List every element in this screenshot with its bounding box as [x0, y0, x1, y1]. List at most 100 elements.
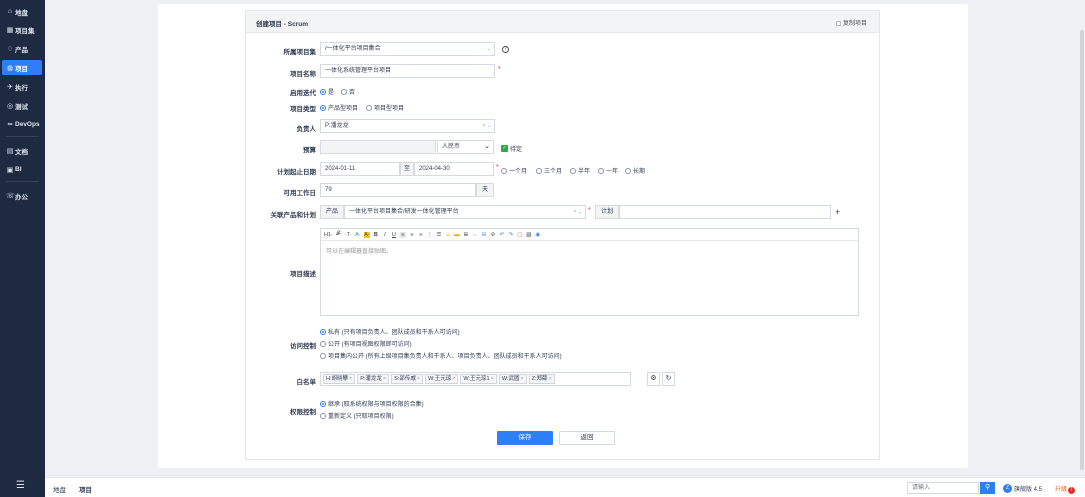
save-template-icon[interactable]: ▧: [526, 232, 532, 238]
emoji-icon[interactable]: ☺: [445, 232, 451, 238]
plan-select[interactable]: [619, 205, 831, 219]
begin-date-field[interactable]: 2024-01-11: [320, 162, 400, 176]
link-icon[interactable]: ⇔: [472, 232, 478, 238]
menu-toggle-icon[interactable]: ☰: [16, 480, 25, 491]
description-editor[interactable]: H1· 𝓕· ·T· A· A· B I U ≡ ≡ ≡ ⋮ ☰ ☺ ▬ ⊞ ⇔…: [320, 228, 859, 316]
acl-private-radio[interactable]: 私有 (只有项目负责人、团队成员和干系人可访问): [320, 327, 460, 336]
remove-icon[interactable]: ×: [491, 376, 494, 382]
font-size-icon[interactable]: ·T·: [345, 232, 352, 238]
undo-icon[interactable]: ↶: [499, 232, 505, 238]
remove-icon[interactable]: ×: [520, 376, 523, 382]
bold-icon[interactable]: B: [373, 232, 379, 238]
add-product-icon[interactable]: +: [835, 207, 840, 217]
dates-label: 计划起止日期: [277, 169, 316, 176]
nav-item-execution[interactable]: ✈ 执行: [2, 79, 42, 94]
products-label: 关联产品和计划: [270, 212, 317, 219]
settings-gear-icon[interactable]: ⚙: [647, 372, 660, 386]
product-select[interactable]: 一体化平台项目集合/研发一体化管理平台 × ⌄: [344, 205, 586, 219]
clear-format-icon[interactable]: ⊘: [490, 232, 496, 238]
duration-1m-radio[interactable]: 一个月: [501, 166, 527, 175]
italic-icon[interactable]: I: [382, 232, 388, 238]
nav-item-devops[interactable]: ∞ DevOps: [2, 117, 42, 132]
iteration-no-label: 否: [349, 90, 356, 96]
align-left-icon[interactable]: ≡: [399, 231, 406, 238]
owner-select[interactable]: P:潘龙龙 × ⌄: [320, 119, 495, 133]
remove-icon[interactable]: ×: [417, 376, 420, 382]
program-select[interactable]: /一体化平台项目集合 ⌄: [320, 42, 495, 56]
ordered-list-icon[interactable]: ⋮: [427, 232, 433, 238]
remove-icon[interactable]: ×: [549, 376, 552, 382]
nav-item-doc[interactable]: ▤ 文档: [2, 143, 42, 158]
font-color-icon[interactable]: A·: [355, 232, 361, 238]
code-icon[interactable]: ⊟: [481, 232, 487, 238]
nav-item-program[interactable]: ▦ 项目集: [2, 22, 42, 37]
duration-long-radio[interactable]: 长期: [625, 166, 645, 175]
breadcrumb-home[interactable]: 地盘: [53, 484, 66, 494]
nav-item-home[interactable]: ⌂ 地盘: [2, 4, 42, 19]
acl-open-radio[interactable]: 公开 (有项目视图权限即可访问): [320, 339, 412, 348]
table-icon[interactable]: ⊞: [463, 232, 469, 238]
currency-select[interactable]: 人民币 ⌄: [437, 140, 494, 154]
auth-redefine-radio[interactable]: 重新定义 (只取项目权限): [320, 411, 394, 420]
remove-icon[interactable]: ×: [452, 376, 455, 382]
nav-item-project[interactable]: ◍ 项目: [2, 60, 42, 75]
whitelist-chip[interactable]: W:王元琼×: [425, 374, 459, 384]
whitelist-chip[interactable]: W:王元琼1×: [460, 374, 497, 384]
iteration-yes-radio[interactable]: 是: [320, 87, 334, 96]
image-icon[interactable]: ▬: [454, 232, 460, 238]
nav-item-product[interactable]: ♢ 产品: [2, 41, 42, 56]
whitelist-chip[interactable]: P:潘龙龙×: [357, 374, 390, 384]
owner-value: P:潘龙龙: [325, 123, 349, 129]
align-right-icon[interactable]: ≡: [418, 232, 424, 238]
search-button[interactable]: ⚲: [980, 482, 995, 494]
duration-1y-radio[interactable]: 一年: [598, 166, 618, 175]
remove-icon[interactable]: ×: [349, 376, 352, 382]
scrollbar[interactable]: [1080, 30, 1084, 470]
template-icon[interactable]: ▢: [517, 232, 523, 238]
date-to-addon: 至: [400, 162, 414, 176]
name-label: 项目名称: [290, 71, 316, 78]
auth-inherit-radio[interactable]: 继承 (取系统权限与项目权限的合集): [320, 399, 424, 408]
refresh-icon[interactable]: ↻: [662, 372, 675, 386]
highlight-icon[interactable]: A·: [363, 231, 370, 238]
budget-field[interactable]: [320, 140, 436, 154]
nav-item-test[interactable]: ◎ 测试: [2, 98, 42, 113]
acl-option-label: 公开 (有项目视图权限即可访问): [328, 342, 412, 348]
font-family-icon[interactable]: 𝓕·: [336, 231, 342, 238]
whitelist-chip[interactable]: S:邵传威×: [391, 374, 424, 384]
budget-tbd-checkbox[interactable]: ✓ 待定: [501, 144, 522, 153]
nav-item-office[interactable]: ☏ 办公: [2, 188, 42, 203]
save-button[interactable]: 保存: [497, 431, 553, 445]
create-project-panel: 创建项目 - Scrum ▢ 复制项目 所属项目集 /一体化平台项目集合 ⌄ ? …: [245, 10, 880, 460]
search-input[interactable]: [907, 482, 979, 494]
align-center-icon[interactable]: ≡: [409, 232, 415, 238]
type-project-radio[interactable]: 项目型项目: [366, 103, 404, 112]
whitelist-chip[interactable]: W:武圆×: [498, 374, 527, 384]
copy-project-button[interactable]: ▢ 复制项目: [836, 18, 867, 27]
back-button[interactable]: 返回: [559, 431, 615, 445]
workdays-field[interactable]: 79: [320, 183, 476, 197]
duration-3m-radio[interactable]: 三个月: [536, 166, 562, 175]
radio-off-icon: [320, 340, 326, 347]
whitelist-chip[interactable]: H:胡晓攀×: [323, 374, 356, 384]
version-info[interactable]: Z 旗舰版 4.5: [1003, 484, 1042, 493]
end-date-field[interactable]: 2024-04-30: [414, 162, 494, 176]
redo-icon[interactable]: ↷: [508, 232, 514, 238]
remove-icon[interactable]: ×: [383, 376, 386, 382]
whitelist-chip[interactable]: Z:郑薛×: [528, 374, 555, 384]
whitelist-select[interactable]: H:胡晓攀× P:潘龙龙× S:邵传威× W:王元琼× W:王元琼1× W:武圆…: [320, 372, 631, 386]
acl-program-radio[interactable]: 项目集内公开 (所有上级项目集负责人和干系人、项目负责人、团队成员和干系人可访问…: [320, 351, 562, 360]
help-icon[interactable]: ?: [502, 46, 509, 53]
iteration-no-radio[interactable]: 否: [341, 87, 355, 96]
chip-label: W:武圆: [501, 376, 520, 382]
underline-icon[interactable]: U: [391, 232, 397, 238]
nav-item-bi[interactable]: ▣ BI: [2, 162, 42, 177]
project-name-field[interactable]: 一体化系统管理平台项目: [320, 64, 495, 78]
heading-icon[interactable]: H1·: [324, 232, 333, 238]
duration-6m-radio[interactable]: 半年: [570, 166, 590, 175]
bullet-list-icon[interactable]: ☰: [436, 232, 442, 238]
breadcrumb-current[interactable]: 项目: [79, 484, 92, 494]
type-product-radio[interactable]: 产品型项目: [320, 103, 358, 112]
upgrade-link[interactable]: 升级!: [1055, 484, 1076, 494]
fullscreen-icon[interactable]: ◉: [535, 232, 541, 238]
